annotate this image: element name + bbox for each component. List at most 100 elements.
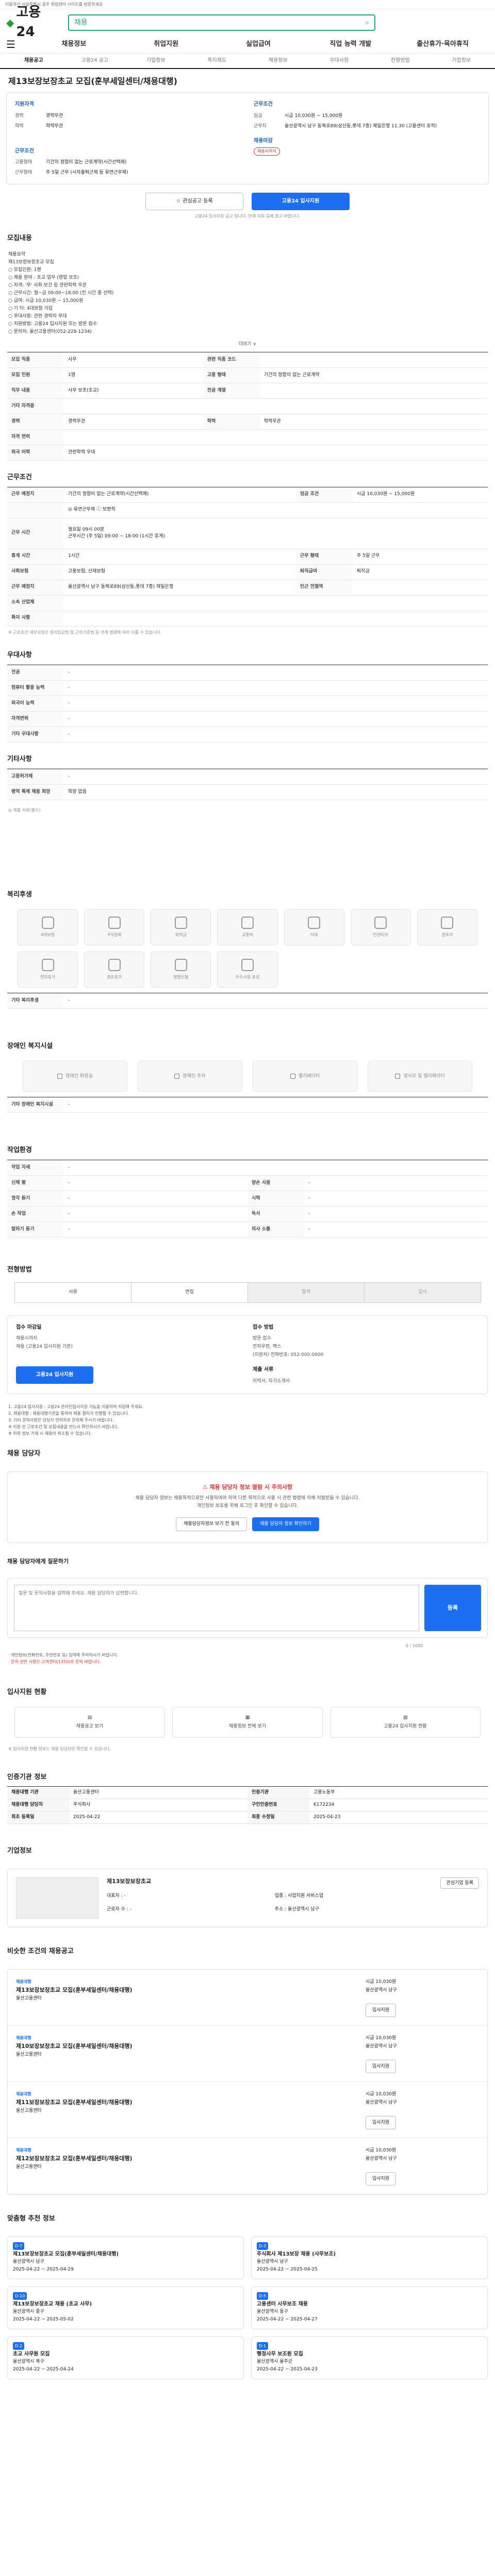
chart-icon: ▧: [403, 1715, 408, 1720]
bonus-icon: [374, 917, 387, 929]
welfare-item: 경조사: [417, 909, 477, 946]
more-button[interactable]: 더보기 ∨: [7, 341, 488, 348]
table-row: 신체 팔 - 양손 사용 -: [7, 1175, 488, 1191]
link-card[interactable]: ▤ 채용공고 보기: [14, 1706, 165, 1738]
step-item: 면접: [131, 1282, 248, 1303]
search-icon[interactable]: ⌕: [365, 18, 369, 28]
links-note: ※ 입사지원 현황 정보는 채용 담당자만 확인할 수 있습니다.: [8, 1746, 111, 1751]
table-row: 모집 인원 1명 고용 형태 기간의 정함이 없는 근로계약: [7, 367, 488, 383]
apply-button[interactable]: 고용24 입사지원: [252, 193, 350, 211]
nav-item-leave[interactable]: 출산휴가·육아휴직: [397, 40, 489, 49]
table-row: 특이 사항: [7, 611, 488, 626]
alert-icon: ⚠: [202, 1483, 210, 1490]
hamburger-icon[interactable]: ☰: [6, 37, 15, 52]
pref-table: 전공 - 컴퓨터 활용 능력 - 외국어 능력 - 자격면허 - 기타 우대사항 -: [7, 664, 488, 742]
summary-row: 고용형태 기간의 정함이 없는 근로계약(시간선택제): [15, 160, 127, 165]
welfare-extra: 기타 복리후생 -: [7, 993, 488, 1009]
nav-item-benefit[interactable]: 실업급여: [212, 40, 305, 49]
inquiry-textarea[interactable]: [14, 1584, 419, 1631]
ramp-icon: [395, 1074, 401, 1079]
welfare-item: 우수사원 포상: [217, 952, 278, 988]
tab-info[interactable]: 채용정보: [248, 57, 309, 65]
apply-small-button[interactable]: 입사지원: [366, 2060, 397, 2074]
nav-item-training[interactable]: 직업 능력 개발: [304, 40, 397, 49]
welfare-item: 경조휴가: [84, 952, 145, 988]
deadline-sub: 채용 (고용24 입사지원 기준): [16, 1344, 73, 1350]
apply-button-2[interactable]: 고용24 입사지원: [16, 1366, 93, 1384]
recommend-card[interactable]: D-7 제13보장보장초교 모집(훈부세일센터/채용대행) 울산광역시 남구 2025…: [7, 2236, 244, 2279]
logo[interactable]: ◆ 고용24: [6, 3, 47, 42]
tab-company2[interactable]: 기업정보: [431, 57, 492, 65]
similar-item[interactable]: 채용대행 제10보장보장초교 모집(훈부세일센터/채용대행) 울산고용센터 시급 10…: [8, 2026, 487, 2082]
table-row: 전공 -: [7, 665, 488, 681]
section-title: 근무조건: [7, 473, 32, 481]
nav-item-support[interactable]: 취업지원: [120, 40, 212, 49]
consent-button[interactable]: 채용담당자정보 보기 전 동의: [176, 1517, 248, 1531]
link-card[interactable]: ▧ 고용24 입사지원 현황: [330, 1706, 481, 1738]
leave-icon: [108, 959, 121, 972]
similar-item[interactable]: 채용대행 제11보장보장초교 모집(훈부세일센터/채용대행) 울산고용센터 시급 10…: [8, 2082, 487, 2139]
summary-heading: 근무조건: [15, 148, 34, 154]
welfare-item: 연차휴가: [18, 952, 78, 988]
tab-welfare[interactable]: 복지제도: [187, 57, 248, 65]
recommend-card[interactable]: D-1 행정사무 보조원 모집 울산광역시 울주군 2025-04-22 ~ 2025…: [251, 2336, 488, 2379]
parking-icon: [174, 1074, 180, 1079]
logo-mark-icon: ◆: [6, 16, 14, 29]
summary-row: 근무형태 주 5일 근무 (시차출퇴근제 등 유연근무제): [15, 170, 128, 176]
table-row: 작업 자세 -: [7, 1160, 488, 1176]
company-field: 근로자 수 : -: [107, 1906, 131, 1912]
section-title: 기업정보: [7, 1847, 32, 1855]
similar-item[interactable]: 채용대행 제13보장보장초교 모집(훈부세일센터/채용대행) 울산고용센터 시급 10…: [8, 1970, 487, 2026]
table-row: 청각 듣기 - 시력 -: [7, 1191, 488, 1207]
apply-small-button[interactable]: 입사지원: [366, 2004, 397, 2018]
search-input[interactable]: 채용 ⌕: [68, 14, 375, 31]
register-button[interactable]: 등록: [424, 1584, 481, 1631]
table-row: 고용허가제 -: [7, 769, 488, 785]
section-title: 기타사항: [7, 755, 32, 763]
welfare-icons: 4대보험 주5일제 퇴직금 교통비 식대 인센티브 경조사 연차휴가 경조휴가 …: [7, 904, 488, 993]
summary-row: 학력 학력무관: [15, 123, 63, 129]
view-contact-button[interactable]: 채용 담당자 정보 확인하기: [252, 1517, 319, 1531]
recommend-grid: D-7 제13보장보장초교 모집(훈부세일센터/채용대행) 울산광역시 남구 2025…: [0, 2231, 495, 2395]
job-description: 채용요약 제13보장보장초교 모집 ○ 모집인원: 1명 ○ 채용 분야 : 초…: [8, 251, 114, 334]
similar-list: 채용대행 제13보장보장초교 모집(훈부세일센터/채용대행) 울산고용센터 시급 10…: [7, 1969, 488, 2195]
link-card[interactable]: ▦ 채용정보 전체 보기: [172, 1706, 323, 1738]
company-field: 업종 : 사업지원 서비스업: [274, 1893, 324, 1899]
tab-goyong24[interactable]: 고용24 공고: [64, 57, 126, 65]
table-row: 기타 우대사항 -: [7, 726, 488, 742]
tab-company[interactable]: 기업정보: [125, 57, 187, 65]
table-row: 외국 어학 관련학력 우대: [7, 445, 488, 461]
apply-small-button[interactable]: 입사지원: [366, 2172, 397, 2186]
apply-small-button[interactable]: 입사지원: [366, 2116, 397, 2130]
table-row: 모집 직종 사무 관련 직종 코드: [7, 352, 488, 368]
inquiry-notes: · 개인정보(전화번호, 주민번호 등) 입력에 주의하시기 바랍니다. · 문…: [8, 1653, 119, 1665]
disabled-item: 장애인 주차: [138, 1061, 242, 1092]
workenv-table: 작업 자세 - 신체 팔 - 양손 사용 - 청각 듣기 - 시력 - 손 작업 - 독서 - 말하…: [7, 1159, 488, 1238]
section-title: 비슷한 조건의 채용공고: [7, 1947, 74, 1956]
section-title: 인증기관 정보: [7, 1773, 47, 1781]
follow-company-button[interactable]: 관심기업 등록: [440, 1877, 479, 1889]
similar-item[interactable]: 채용대행 제12보장보장초교 모집(훈부세일센터/채용대행) 울산고용센터 시급 10…: [8, 2138, 487, 2195]
disabled-icons: 장애인 화장실 장애인 주차 엘리베이터 경사로 및 엘리베이터: [7, 1056, 488, 1097]
bus-icon: [241, 917, 254, 929]
scrap-button[interactable]: ☆ 관심공고 등록: [145, 193, 243, 211]
recommend-card[interactable]: D-2 초교 사무원 모집 울산광역시 북구 2025-04-22 ~ 2025-04…: [7, 2336, 244, 2379]
table-row: 근무 예정지 울산광역시 남구 동북로89(삼산동,롯데 7층) 제일은행 인근 전…: [7, 580, 488, 596]
section-title: 우대사항: [7, 651, 32, 659]
table-row: 근무 예정지 기간의 정함이 없는 근로계약(시간선택제) 임금 조건 시급 10,0…: [7, 487, 488, 503]
tab-process[interactable]: 전형방법: [370, 57, 431, 65]
table-row: 자격면허 -: [7, 711, 488, 727]
table-row: 컴퓨터 활용 능력 -: [7, 680, 488, 696]
tab-posting[interactable]: 채용공고: [3, 57, 64, 65]
elevator-icon: [290, 1074, 295, 1079]
recommend-card[interactable]: D-5 고용센터 사무보조 채용 울산광역시 동구 2025-04-22 ~ 2025…: [251, 2286, 488, 2329]
other-table: 고용허가제 - 병역 특례 채용 희망 희망 없음: [7, 768, 488, 800]
recommend-card[interactable]: D-10 제13보장보장초교 채용 (초교 사무) 울산광역시 중구 2025-04-…: [7, 2286, 244, 2329]
recommend-card[interactable]: D-3 주식회사 제13보장 채용 (사무보조) 울산광역시 남구 2025-04-2…: [251, 2236, 488, 2279]
tab-pref[interactable]: 우대사항: [309, 57, 370, 65]
apply-method: 전자우편, 팩스: [253, 1344, 282, 1350]
table-row: 손 작업 - 독서 -: [7, 1206, 488, 1222]
apply-docs: 이력서, 자기소개서: [253, 1378, 290, 1384]
nav-item-jobs[interactable]: 채용정보: [28, 40, 120, 49]
apply-method: 방문 접수: [253, 1336, 271, 1342]
